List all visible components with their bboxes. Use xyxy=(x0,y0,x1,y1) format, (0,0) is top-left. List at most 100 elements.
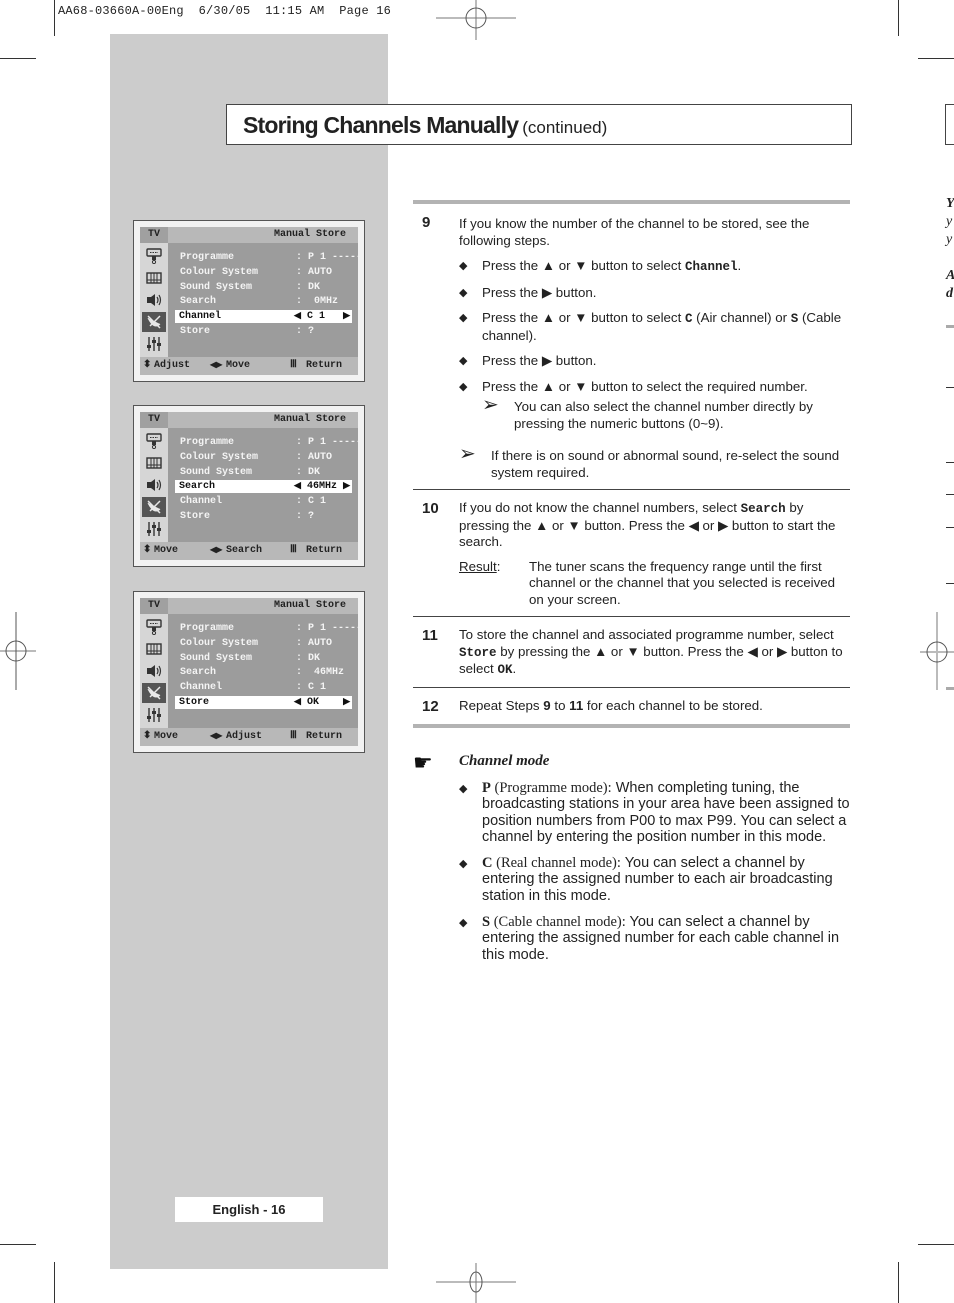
input-icon xyxy=(142,246,166,266)
left-right-arrow-icon: ◀▶ xyxy=(210,732,223,741)
osd-menu-row: Search: 46MHz xyxy=(176,666,352,679)
osd-footer-middle: Adjust xyxy=(226,731,263,742)
tv-menu-screenshot: TV Manual Store Programme: P 1 ----- Colour… xyxy=(133,591,365,753)
osd-menu-row: Search: 0MHz xyxy=(176,295,352,308)
step-text: If you know the number of the channel to… xyxy=(459,216,810,248)
osd-tv-label: TV xyxy=(140,598,168,614)
picture-icon xyxy=(142,268,166,288)
osd-footer: ⬍ Adjust ◀▶ Move Ⅲ Return xyxy=(140,357,358,375)
osd-footer-right: Return xyxy=(306,545,343,556)
step-number: 10 xyxy=(422,500,439,517)
crop-mark xyxy=(0,58,36,59)
osd-row-value: : DK xyxy=(296,466,321,478)
next-page-text-fragment: y xyxy=(946,232,953,247)
tv-menu-screenshot: TV Manual Store Programme: P 1 ----- Colour… xyxy=(133,220,365,382)
page-subtitle: (continued) xyxy=(522,118,608,137)
osd-icon-bar xyxy=(140,243,168,357)
osd-row-value: : P 1 ----- xyxy=(296,252,363,263)
menu-icon: Ⅲ xyxy=(290,731,297,742)
divider xyxy=(946,494,954,495)
osd-menu-row: Sound System: DK xyxy=(176,281,352,294)
note-arrow-icon: ➢ xyxy=(482,394,499,416)
osd-menu-row: Sound System: DK xyxy=(176,466,352,479)
next-page-text-fragment: y xyxy=(946,214,953,229)
osd-row-label: Colour System xyxy=(180,451,259,463)
osd-row-label: Search xyxy=(180,296,217,308)
osd-menu-row: Search ◀ 46MHz ▶ xyxy=(175,480,352,494)
step-number: 12 xyxy=(422,697,439,715)
osd-footer-left: Move xyxy=(154,545,179,556)
result-text: The tuner scans the frequency range unti… xyxy=(529,558,836,607)
osd-row-value: : C 1 xyxy=(296,496,327,508)
list-item: ◆ S (Cable channel mode): You can select… xyxy=(459,914,840,963)
menu-icon: Ⅲ xyxy=(290,360,297,371)
osd-row-value: OK xyxy=(307,697,320,708)
osd-menu-row: Programme: P 1 ----- xyxy=(176,622,362,635)
crop-mark xyxy=(0,1244,36,1245)
osd-menu-row: Programme: P 1 ----- xyxy=(176,251,362,264)
osd-row-label: Programme xyxy=(180,437,235,448)
osd-menu-row: Colour System: AUTO xyxy=(176,637,352,650)
osd-menu-row: Sound System : DK xyxy=(176,652,352,665)
note: ➢ If there is on sound or abnormal sound… xyxy=(459,443,840,480)
list-item: ◆ P (Programme mode): When completing tu… xyxy=(459,780,850,845)
osd-footer-middle: Move xyxy=(226,360,251,371)
osd-row-label: Store xyxy=(180,511,211,522)
step-12: 12 Repeat Steps 9 to 11 for each channel… xyxy=(413,688,850,725)
section-title: Channel mode xyxy=(459,753,550,769)
diamond-bullet-icon: ◆ xyxy=(459,917,468,930)
osd-row-label: Search xyxy=(180,667,217,679)
divider xyxy=(946,687,954,690)
osd-tv-label: TV xyxy=(140,412,168,428)
step-number: 11 xyxy=(422,627,438,644)
osd-menu-title: Manual Store xyxy=(273,229,346,240)
osd-menu-row: Colour System: AUTO xyxy=(176,451,352,464)
setup-icon xyxy=(142,519,166,539)
osd-row-label: Colour System xyxy=(180,637,259,649)
next-page-title-fragment xyxy=(945,104,954,145)
diamond-bullet-icon: ◆ xyxy=(459,783,468,795)
osd-menu-row: Channel: C 1 xyxy=(176,495,352,508)
osd-footer-right: Return xyxy=(306,360,343,371)
channel-icon xyxy=(142,683,166,703)
osd-footer-left: Adjust xyxy=(154,360,191,371)
up-down-arrow-icon: ⬍ xyxy=(143,360,152,371)
step-text: Repeat Steps 9 to 11 for each channel to… xyxy=(459,697,763,713)
osd-footer: ⬍ Move ◀▶ Search Ⅲ Return xyxy=(140,542,358,560)
osd-icon-bar xyxy=(140,614,168,728)
step-11: 11 To store the channel and associated p… xyxy=(413,617,850,687)
osd-row-label: Channel xyxy=(180,682,223,694)
note-arrow-icon: ➢ xyxy=(459,443,476,465)
osd-row-value: : C 1 xyxy=(296,682,327,694)
osd-row-value: : P 1 ----- xyxy=(296,623,363,634)
osd-row-label: Sound System xyxy=(180,652,253,664)
page-title-box: Storing Channels Manually (continued) xyxy=(226,104,852,145)
divider xyxy=(413,724,850,728)
right-arrow-icon: ▶ xyxy=(343,311,350,322)
result-block: Result: The tuner scans the frequency ra… xyxy=(459,559,850,609)
step-10: 10 If you do not know the channel number… xyxy=(413,490,850,616)
osd-tv-label: TV xyxy=(140,227,168,243)
list-item: ◆ Press the ▲ or ▼ button to select the … xyxy=(459,379,850,433)
osd-panel: TV Manual Store Programme: P 1 ----- Colour… xyxy=(140,598,362,746)
diamond-bullet-icon: ◆ xyxy=(459,260,468,272)
osd-row-value: : ? xyxy=(296,511,315,522)
sound-icon xyxy=(142,475,166,495)
osd-footer-right: Return xyxy=(306,731,343,742)
step-number: 9 xyxy=(422,214,431,231)
osd-row-value: : DK xyxy=(296,652,321,664)
crop-mark xyxy=(54,0,55,36)
left-arrow-icon: ◀ xyxy=(294,481,301,492)
osd-row-value: 46MHz xyxy=(307,481,338,493)
diamond-bullet-icon: ◆ xyxy=(459,858,468,871)
left-right-arrow-icon: ◀▶ xyxy=(210,361,223,370)
divider xyxy=(946,583,954,584)
menu-icon: Ⅲ xyxy=(290,545,297,556)
picture-icon xyxy=(142,639,166,659)
osd-panel: TV Manual Store Programme: P 1 ----- Colour… xyxy=(140,412,362,560)
result-label: Result xyxy=(459,558,497,574)
list-item: ◆ Press the ▲ or ▼ button to select C (A… xyxy=(459,310,842,343)
osd-row-label: Channel xyxy=(179,311,222,323)
page-title: Storing Channels Manually (continued) xyxy=(243,112,608,138)
picture-icon xyxy=(142,453,166,473)
